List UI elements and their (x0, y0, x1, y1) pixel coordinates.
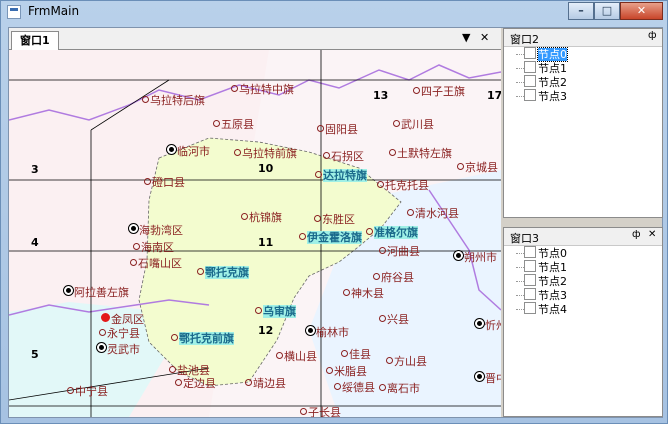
map-label[interactable]: 神木县 (343, 285, 384, 301)
map-canvas (9, 50, 501, 417)
map-label[interactable]: 五原县 (213, 116, 254, 132)
pin-icon[interactable]: ф (632, 229, 641, 240)
tree-node[interactable]: 节点4 (516, 302, 662, 316)
map-label[interactable]: 海南区 (133, 239, 174, 255)
map-label[interactable]: 横山县 (276, 348, 317, 364)
map-label[interactable]: 定边县 (175, 375, 216, 391)
map-label[interactable]: 乌拉特中旗 (231, 81, 294, 97)
map-label[interactable]: 朔州市 (454, 249, 497, 265)
checkbox[interactable] (524, 89, 536, 101)
map-label[interactable]: 京城县 (457, 159, 498, 175)
map-label[interactable]: 靖边县 (245, 375, 286, 391)
map-label[interactable]: 永宁县 (99, 325, 140, 341)
map-label[interactable]: 方山县 (386, 353, 427, 369)
tree-node[interactable]: 节点3 (516, 288, 662, 302)
map-label[interactable]: 佳县 (341, 346, 371, 362)
document-window: 窗口1 ▼ ✕ 3 4 5 10 11 12 13 17 乌拉特后旗 乌拉特中旗… (9, 28, 501, 417)
document-tabstrip: 窗口1 ▼ ✕ (9, 28, 501, 50)
grid-number: 5 (31, 348, 39, 361)
map-label[interactable]: 榆林市 (306, 324, 349, 340)
map-label[interactable]: 磴口县 (144, 174, 185, 190)
map-label[interactable]: 晋中 (475, 370, 501, 386)
checkbox[interactable] (524, 288, 536, 300)
map-label[interactable]: 海勃湾区 (129, 222, 183, 238)
map-label[interactable]: 乌拉特前旗 (234, 145, 297, 161)
map-label[interactable]: 阿拉善左旗 (64, 284, 129, 300)
map-label[interactable]: 中宁县 (67, 383, 108, 399)
map-label[interactable]: 托克托县 (377, 177, 429, 193)
tree-node[interactable]: 节点0 (516, 47, 662, 62)
map-label[interactable]: 土默特左旗 (389, 145, 452, 161)
checkbox[interactable] (524, 47, 536, 59)
tab-window1[interactable]: 窗口1 (11, 31, 59, 50)
app-icon (7, 5, 21, 19)
map-label[interactable]: 米脂县 (326, 363, 367, 379)
map-label[interactable]: 杭锦旗 (241, 209, 282, 225)
window3-pane: 窗口3 ф ✕ 节点0 节点1 节点2 节点3 节点4 (503, 227, 663, 417)
grid-number: 4 (31, 236, 39, 249)
window2-tree[interactable]: 节点0 节点1 节点2 节点3 (504, 47, 662, 103)
map-label[interactable]: 府谷县 (373, 269, 414, 285)
map-label[interactable]: 清水河县 (407, 205, 459, 221)
caption-buttons: – □ ✕ (568, 2, 663, 20)
map-view[interactable]: 3 4 5 10 11 12 13 17 乌拉特后旗 乌拉特中旗 四子王旗 五原… (9, 50, 501, 417)
map-label[interactable]: 武川县 (393, 116, 434, 132)
map-label[interactable]: 石拐区 (323, 148, 364, 164)
map-label[interactable]: 忻州 (475, 317, 501, 333)
minimize-button[interactable]: – (568, 2, 594, 20)
checkbox[interactable] (524, 246, 536, 258)
map-label[interactable]: 子长县 (300, 404, 341, 417)
checkbox[interactable] (524, 260, 536, 272)
map-label[interactable]: 临河市 (167, 143, 210, 159)
grid-number: 17 (487, 89, 501, 102)
tree-node[interactable]: 节点2 (516, 75, 662, 89)
map-label[interactable]: 绥德县 (334, 379, 375, 395)
window2-pane: 窗口2 ф 节点0 节点1 节点2 节点3 (503, 28, 663, 218)
grid-number: 11 (258, 236, 274, 249)
map-label[interactable]: 东胜区 (314, 211, 355, 227)
map-label[interactable]: 石嘴山区 (130, 255, 182, 271)
checkbox[interactable] (524, 75, 536, 87)
window3-title: 窗口3 (510, 232, 539, 245)
map-label[interactable]: 鄂托克旗 (197, 264, 249, 280)
window3-header[interactable]: 窗口3 ф ✕ (504, 228, 662, 246)
pin-icon[interactable]: ф (648, 30, 657, 41)
map-label[interactable]: 离石市 (379, 380, 420, 396)
tree-node[interactable]: 节点3 (516, 89, 662, 103)
map-label[interactable]: 鄂托克前旗 (171, 330, 234, 346)
map-label[interactable]: 乌拉特后旗 (142, 92, 205, 108)
tab-dropdown-icon[interactable]: ▼ (462, 31, 470, 44)
checkbox[interactable] (524, 61, 536, 73)
map-label[interactable]: 准格尔旗 (366, 224, 418, 240)
checkbox[interactable] (524, 302, 536, 314)
map-label[interactable]: 达拉特旗 (315, 167, 367, 183)
window2-title: 窗口2 (510, 33, 539, 46)
map-label[interactable]: 乌审旗 (255, 303, 296, 319)
title-bar[interactable]: FrmMain – □ ✕ (1, 1, 667, 23)
tree-node[interactable]: 节点1 (516, 260, 662, 274)
window2-header[interactable]: 窗口2 ф (504, 29, 662, 47)
map-label[interactable]: 四子王旗 (413, 83, 465, 99)
map-label[interactable]: 伊金霍洛旗 (299, 229, 362, 245)
checkbox[interactable] (524, 274, 536, 286)
grid-number: 3 (31, 163, 39, 176)
map-label[interactable]: 固阳县 (317, 121, 358, 137)
window3-tree[interactable]: 节点0 节点1 节点2 节点3 节点4 (504, 246, 662, 316)
grid-number: 12 (258, 324, 274, 337)
tree-node[interactable]: 节点2 (516, 274, 662, 288)
grid-number: 13 (373, 89, 389, 102)
grid-number: 10 (258, 162, 274, 175)
close-button[interactable]: ✕ (620, 2, 663, 20)
map-label[interactable]: 兴县 (379, 311, 409, 327)
map-label[interactable]: 灵武市 (97, 341, 140, 357)
tree-node[interactable]: 节点1 (516, 61, 662, 75)
tab-close-icon[interactable]: ✕ (480, 31, 489, 44)
map-label[interactable]: 河曲县 (379, 243, 420, 259)
window-title: FrmMain (28, 4, 80, 18)
main-window: FrmMain – □ ✕ 窗口1 ▼ ✕ 3 4 5 10 11 12 13 … (0, 0, 668, 424)
tree-node[interactable]: 节点0 (516, 246, 662, 260)
client-area: 窗口1 ▼ ✕ 3 4 5 10 11 12 13 17 乌拉特后旗 乌拉特中旗… (8, 27, 663, 418)
close-icon[interactable]: ✕ (648, 229, 656, 240)
maximize-button[interactable]: □ (594, 2, 620, 20)
